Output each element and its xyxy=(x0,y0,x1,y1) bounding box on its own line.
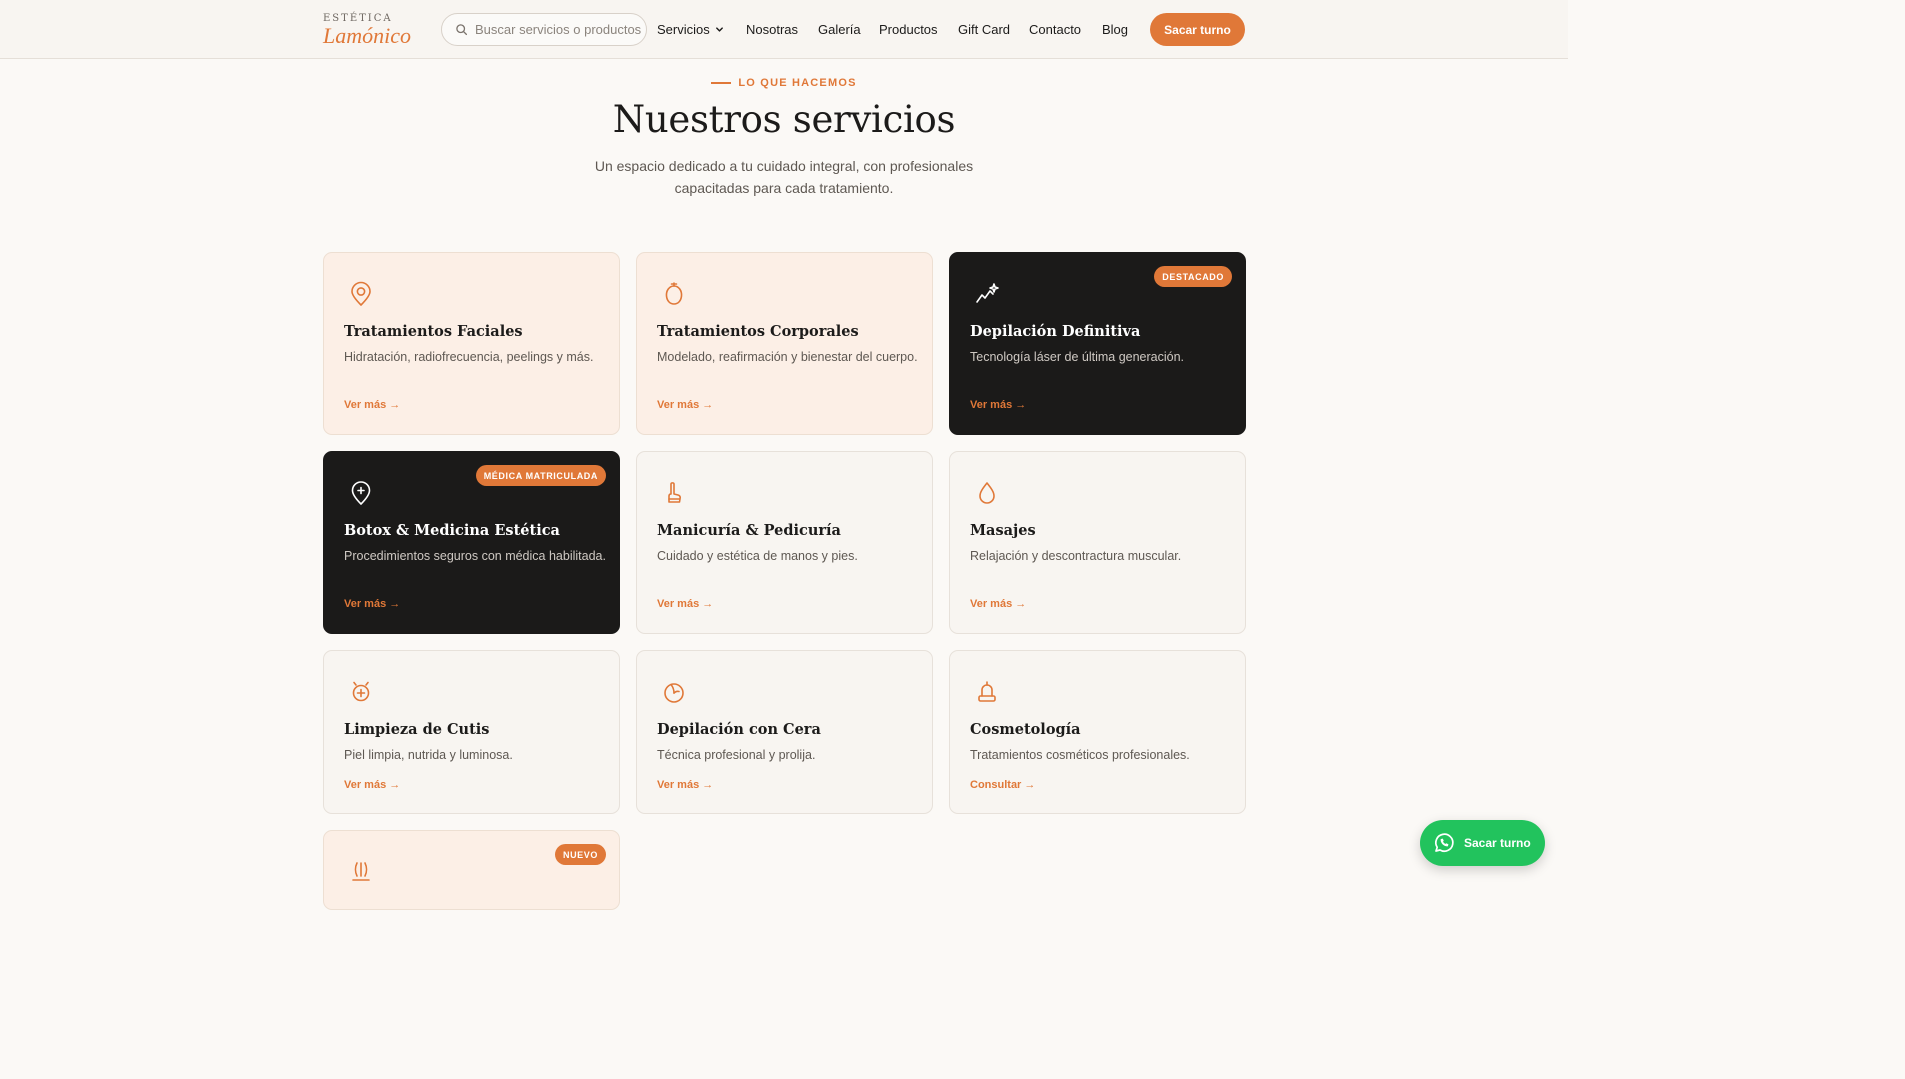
card-link[interactable]: Ver más → xyxy=(657,779,713,791)
nav-item-nosotras[interactable]: Nosotras xyxy=(746,22,798,37)
nav-item-label: Servicios xyxy=(657,22,710,37)
drop-icon xyxy=(979,482,995,504)
card-title: Tratamientos Faciales xyxy=(344,323,523,340)
nav-item-label: Nosotras xyxy=(746,22,799,37)
featured-badge: DESTACADO xyxy=(1154,266,1232,287)
nav-item-gift-card[interactable]: Gift Card xyxy=(958,22,1010,37)
card-description: Modelado, reafirmación y bienestar del c… xyxy=(657,350,918,364)
nav-item-label: Productos xyxy=(879,22,938,37)
search-input[interactable] xyxy=(475,22,645,37)
service-card-limpieza-cutis[interactable]: Limpieza de Cutis Piel limpia, nutrida y… xyxy=(323,650,620,814)
page-title: Nuestros servicios xyxy=(612,98,956,141)
book-appointment-button[interactable]: Sacar turno xyxy=(1150,13,1245,46)
card-title: Depilación con Cera xyxy=(657,721,821,738)
licensed-doctor-badge: MÉDICA MATRICULADA xyxy=(475,465,606,486)
service-card-depilacion-cera[interactable]: Depilación con Cera Técnica profesional … xyxy=(636,650,933,814)
site-header: ESTÉTICA Lamónico Servicios Nosotras Gal… xyxy=(0,0,1568,59)
new-badge: NUEVO xyxy=(554,844,606,865)
service-card-masajes[interactable]: Masajes Relajación y descontractura musc… xyxy=(949,451,1246,634)
card-description: Tecnología láser de última generación. xyxy=(970,350,1185,364)
service-card-manicuria[interactable]: Manicuría & Pedicuría Cuidado y estética… xyxy=(636,451,933,634)
page-subtitle: Un espacio dedicado a tu cuidado integra… xyxy=(594,158,974,196)
service-card-botox[interactable]: MÉDICA MATRICULADA Botox & Medicina Esté… xyxy=(323,451,620,634)
face-icon xyxy=(351,281,371,306)
medical-pin-icon xyxy=(351,481,371,505)
card-title: Tratamientos Corporales xyxy=(657,323,859,340)
card-link[interactable]: Ver más → xyxy=(344,598,400,610)
nav-item-servicios[interactable]: Servicios xyxy=(657,22,724,37)
card-title: Botox & Medicina Estética xyxy=(344,522,560,539)
card-link[interactable]: Ver más → xyxy=(344,399,400,411)
nav-item-contacto[interactable]: Contacto xyxy=(1029,22,1081,37)
whatsapp-book-button[interactable]: Sacar turno xyxy=(1420,820,1545,866)
body-icon xyxy=(665,282,683,305)
card-link[interactable]: Ver más → xyxy=(970,399,1026,411)
nav-item-label: Contacto xyxy=(1029,22,1082,37)
card-description: Técnica profesional y prolija. xyxy=(657,748,816,762)
sparkle-chart-icon xyxy=(976,283,999,303)
wax-icon xyxy=(664,683,684,703)
nav-item-productos[interactable]: Productos xyxy=(879,22,938,37)
cosmetic-icon xyxy=(978,681,996,702)
eyebrow-text: LO QUE HACEMOS xyxy=(738,77,857,89)
service-card-corporales[interactable]: Tratamientos Corporales Modelado, reafir… xyxy=(636,252,933,435)
card-description: Tratamientos cosméticos profesionales. xyxy=(970,748,1190,762)
card-description: Relajación y descontractura muscular. xyxy=(970,549,1182,563)
service-card-depilacion-definitiva[interactable]: DESTACADO Depilación Definitiva Tecnolog… xyxy=(949,252,1246,435)
card-link[interactable]: Ver más → xyxy=(344,779,400,791)
card-title: Masajes xyxy=(970,522,1036,539)
whatsapp-label: Sacar turno xyxy=(1464,836,1531,850)
search-box[interactable] xyxy=(441,13,647,46)
nav-item-label: Galería xyxy=(818,22,861,37)
brand-logo[interactable]: ESTÉTICA Lamónico xyxy=(323,13,411,49)
nav-item-galeria[interactable]: Galería xyxy=(818,22,861,37)
nav-item-blog[interactable]: Blog xyxy=(1102,22,1128,37)
card-title: Cosmetología xyxy=(970,721,1081,738)
search-icon xyxy=(456,24,468,36)
service-card-new[interactable]: NUEVO xyxy=(323,830,620,910)
card-link[interactable]: Consultar → xyxy=(970,779,1035,791)
nail-icon xyxy=(668,482,681,503)
card-link[interactable]: Ver más → xyxy=(970,598,1026,610)
card-description: Cuidado y estética de manos y pies. xyxy=(657,549,858,563)
card-title: Limpieza de Cutis xyxy=(344,721,490,738)
card-title: Manicuría & Pedicuría xyxy=(657,522,841,539)
card-link[interactable]: Ver más → xyxy=(657,598,713,610)
section-eyebrow: LO QUE HACEMOS xyxy=(0,77,1568,89)
sauna-icon xyxy=(352,862,370,881)
nav-item-label: Blog xyxy=(1102,22,1129,37)
cleansing-icon xyxy=(352,681,370,702)
card-description: Hidratación, radiofrecuencia, peelings y… xyxy=(344,350,594,364)
service-card-cosmetologia[interactable]: Cosmetología Tratamientos cosméticos pro… xyxy=(949,650,1246,814)
card-description: Piel limpia, nutrida y luminosa. xyxy=(344,748,513,762)
card-link[interactable]: Ver más → xyxy=(657,399,713,411)
eyebrow-line xyxy=(711,82,732,84)
whatsapp-icon xyxy=(1435,833,1454,853)
card-title: Depilación Definitiva xyxy=(970,323,1141,340)
chevron-down-icon xyxy=(715,27,723,32)
logo-main-text: Lamónico xyxy=(323,23,411,48)
card-description: Procedimientos seguros con médica habili… xyxy=(344,549,606,563)
service-card-faciales[interactable]: Tratamientos Faciales Hidratación, radio… xyxy=(323,252,620,435)
nav-item-label: Gift Card xyxy=(958,22,1011,37)
